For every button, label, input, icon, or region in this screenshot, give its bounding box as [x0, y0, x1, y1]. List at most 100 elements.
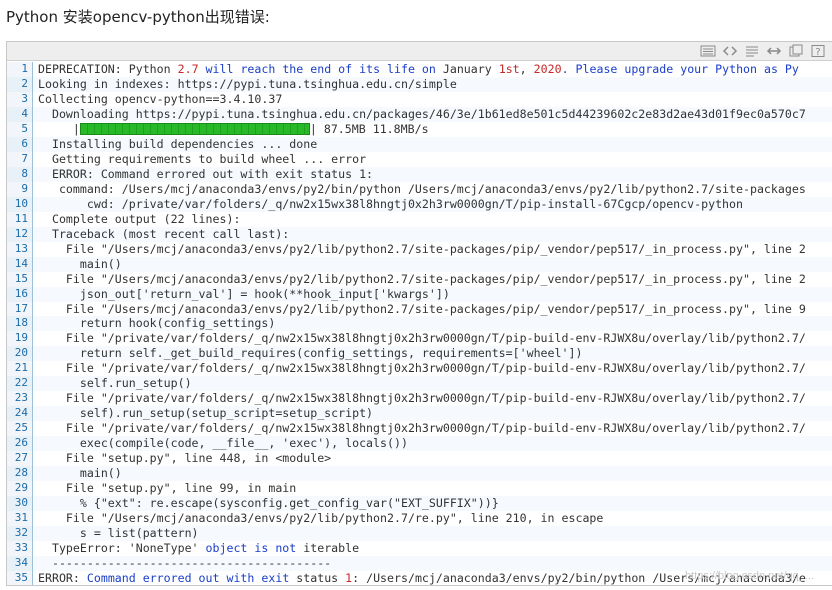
code-line: 16 json_out['return_val'] = hook(**hook_…	[7, 286, 832, 302]
line-number: 35	[7, 570, 33, 585]
code-line: 5 | | 87.5MB 11.8MB/s	[7, 121, 832, 137]
code-line: 33 TypeError: 'NoneType' object is not i…	[7, 541, 832, 556]
code-line: 7 Getting requirements to build wheel ..…	[7, 151, 832, 167]
line-number: 32	[7, 526, 33, 541]
line-number: 25	[7, 421, 33, 437]
code-token: cwd: /private/var/folders/_q/nw2x15wx38l…	[38, 196, 743, 211]
line-number: 23	[7, 391, 33, 407]
code-text: File "/Users/mcj/anaconda3/envs/py2/lib/…	[33, 242, 806, 257]
print-icon[interactable]	[786, 43, 806, 59]
code-icon[interactable]	[720, 43, 740, 59]
code-token: File "/Users/mcj/anaconda3/envs/py2/lib/…	[38, 511, 604, 526]
line-number: 27	[7, 451, 33, 467]
code-line: 4 Downloading https://pypi.tuna.tsinghua…	[7, 106, 832, 122]
code-text: File "/Users/mcj/anaconda3/envs/py2/lib/…	[33, 302, 806, 317]
code-line: 30 % {"ext": re.escape(sysconfig.get_con…	[7, 496, 832, 512]
watermark: https://blog.csdn.net/qq_...	[684, 570, 814, 582]
copy-icon[interactable]	[742, 43, 762, 59]
line-number: 30	[7, 496, 33, 512]
progress-suffix: | 87.5MB 11.8MB/s	[309, 121, 429, 136]
code-text: main()	[33, 257, 122, 272]
code-line: 32 s = list(pattern)	[7, 526, 832, 541]
code-text: DEPRECATION: Python 2.7 will reach the e…	[33, 62, 799, 77]
code-token: ERROR: Command errored out with exit sta…	[38, 166, 374, 181]
expand-icon[interactable]	[764, 43, 784, 59]
code-token: January	[435, 62, 499, 76]
code-text: cwd: /private/var/folders/_q/nw2x15wx38l…	[33, 197, 743, 212]
code-token: self).run_setup(setup_script=setup_scrip…	[38, 406, 374, 421]
code-text: Installing build dependencies ... done	[33, 137, 317, 152]
code-line: 1 DEPRECATION: Python 2.7 will reach the …	[7, 62, 832, 77]
code-token: File "/Users/mcj/anaconda3/envs/py2/lib/…	[38, 241, 806, 256]
code-line: 9 command: /Users/mcj/anaconda3/envs/py2…	[7, 181, 832, 197]
code-line: 21 File "/private/var/folders/_q/nw2x15w…	[7, 361, 832, 377]
code-token: % {"ext": re.escape(sysconfig.get_config…	[38, 496, 499, 511]
line-number: 12	[7, 226, 33, 242]
code-token: 1st	[498, 62, 520, 76]
code-token: Traceback (most recent call last):	[38, 226, 290, 241]
code-token: return hook(config_settings)	[38, 316, 276, 331]
svg-text:?: ?	[815, 47, 820, 58]
code-line: 27 File "setup.py", line 448, in <module…	[7, 451, 832, 467]
line-number: 10	[7, 196, 33, 212]
code-token: File "/private/var/folders/_q/nw2x15wx38…	[38, 331, 806, 346]
code-text: main()	[33, 466, 122, 481]
code-line: 25 File "/private/var/folders/_q/nw2x15w…	[7, 421, 832, 437]
code-line: 17 File "/Users/mcj/anaconda3/envs/py2/l…	[7, 301, 832, 317]
line-number: 29	[7, 481, 33, 497]
code-token: status	[289, 570, 346, 585]
code-token: Downloading https://pypi.tuna.tsinghua.e…	[38, 106, 806, 121]
code-token: Installing build dependencies ... done	[38, 136, 318, 151]
code-text: File "/Users/mcj/anaconda3/envs/py2/lib/…	[33, 511, 603, 526]
code-text: Getting requirements to build wheel ... …	[33, 152, 366, 167]
code-token: File "/private/var/folders/_q/nw2x15wx38…	[38, 391, 806, 406]
code-token: exec(compile(code, __file__, 'exec'), lo…	[38, 436, 408, 451]
line-number: 4	[7, 106, 33, 122]
line-number: 6	[7, 136, 33, 152]
code-token: json_out['return_val'] = hook(**hook_inp…	[38, 286, 450, 301]
code-line: 14 main()	[7, 256, 832, 272]
code-text: File "/private/var/folders/_q/nw2x15wx38…	[33, 331, 806, 346]
line-number: 7	[7, 151, 33, 167]
code-line: 13 File "/Users/mcj/anaconda3/envs/py2/l…	[7, 241, 832, 257]
line-number: 1	[7, 62, 33, 77]
line-number: 2	[7, 76, 33, 92]
code-token: ----------------------------------------	[38, 555, 332, 570]
code-line: 3 Collecting opencv-python==3.4.10.37	[7, 91, 832, 107]
line-number: 33	[7, 541, 33, 556]
code-token: File "/private/var/folders/_q/nw2x15wx38…	[38, 361, 806, 376]
code-text: Complete output (22 lines):	[33, 212, 240, 227]
progress-prefix: |	[38, 121, 80, 136]
code-line: 29 File "setup.py", line 99, in main	[7, 481, 832, 497]
code-token: 2.7	[177, 62, 199, 76]
code-line: 8 ERROR: Command errored out with exit s…	[7, 166, 832, 182]
line-number: 34	[7, 555, 33, 571]
code-text: ----------------------------------------	[33, 556, 331, 571]
code-token: ERROR:	[38, 570, 87, 585]
code-text: File "setup.py", line 448, in <module>	[33, 451, 331, 466]
code-text: Collecting opencv-python==3.4.10.37	[33, 92, 282, 107]
code-line: 24 self).run_setup(setup_script=setup_sc…	[7, 406, 832, 422]
code-line: 26 exec(compile(code, __file__, 'exec'),…	[7, 436, 832, 452]
code-text: Looking in indexes: https://pypi.tuna.ts…	[33, 77, 457, 92]
line-number: 31	[7, 511, 33, 527]
line-number: 28	[7, 466, 33, 482]
help-icon[interactable]: ?	[808, 43, 828, 59]
view-source-icon[interactable]	[698, 43, 718, 59]
code-line: 18 return hook(config_settings)	[7, 316, 832, 332]
code-token: File "/Users/mcj/anaconda3/envs/py2/lib/…	[38, 271, 806, 286]
code-token: Command errored out with exit	[86, 570, 290, 585]
code-token: s = list(pattern)	[38, 526, 199, 541]
code-line: 28 main()	[7, 466, 832, 482]
line-number: 11	[7, 211, 33, 227]
code-text: s = list(pattern)	[33, 526, 199, 541]
code-line: 19 File "/private/var/folders/_q/nw2x15w…	[7, 331, 832, 347]
code-text: return self._get_build_requires(config_s…	[33, 346, 583, 361]
code-token: command: /Users/mcj/anaconda3/envs/py2/b…	[38, 181, 806, 196]
code-text: File "/private/var/folders/_q/nw2x15wx38…	[33, 391, 806, 406]
line-number: 14	[7, 256, 33, 272]
code-text: Downloading https://pypi.tuna.tsinghua.e…	[33, 107, 806, 122]
code-token: iterable	[296, 541, 360, 555]
code-text: % {"ext": re.escape(sysconfig.get_config…	[33, 496, 499, 511]
code-token: Looking in indexes: https://pypi.tuna.ts…	[38, 76, 457, 91]
